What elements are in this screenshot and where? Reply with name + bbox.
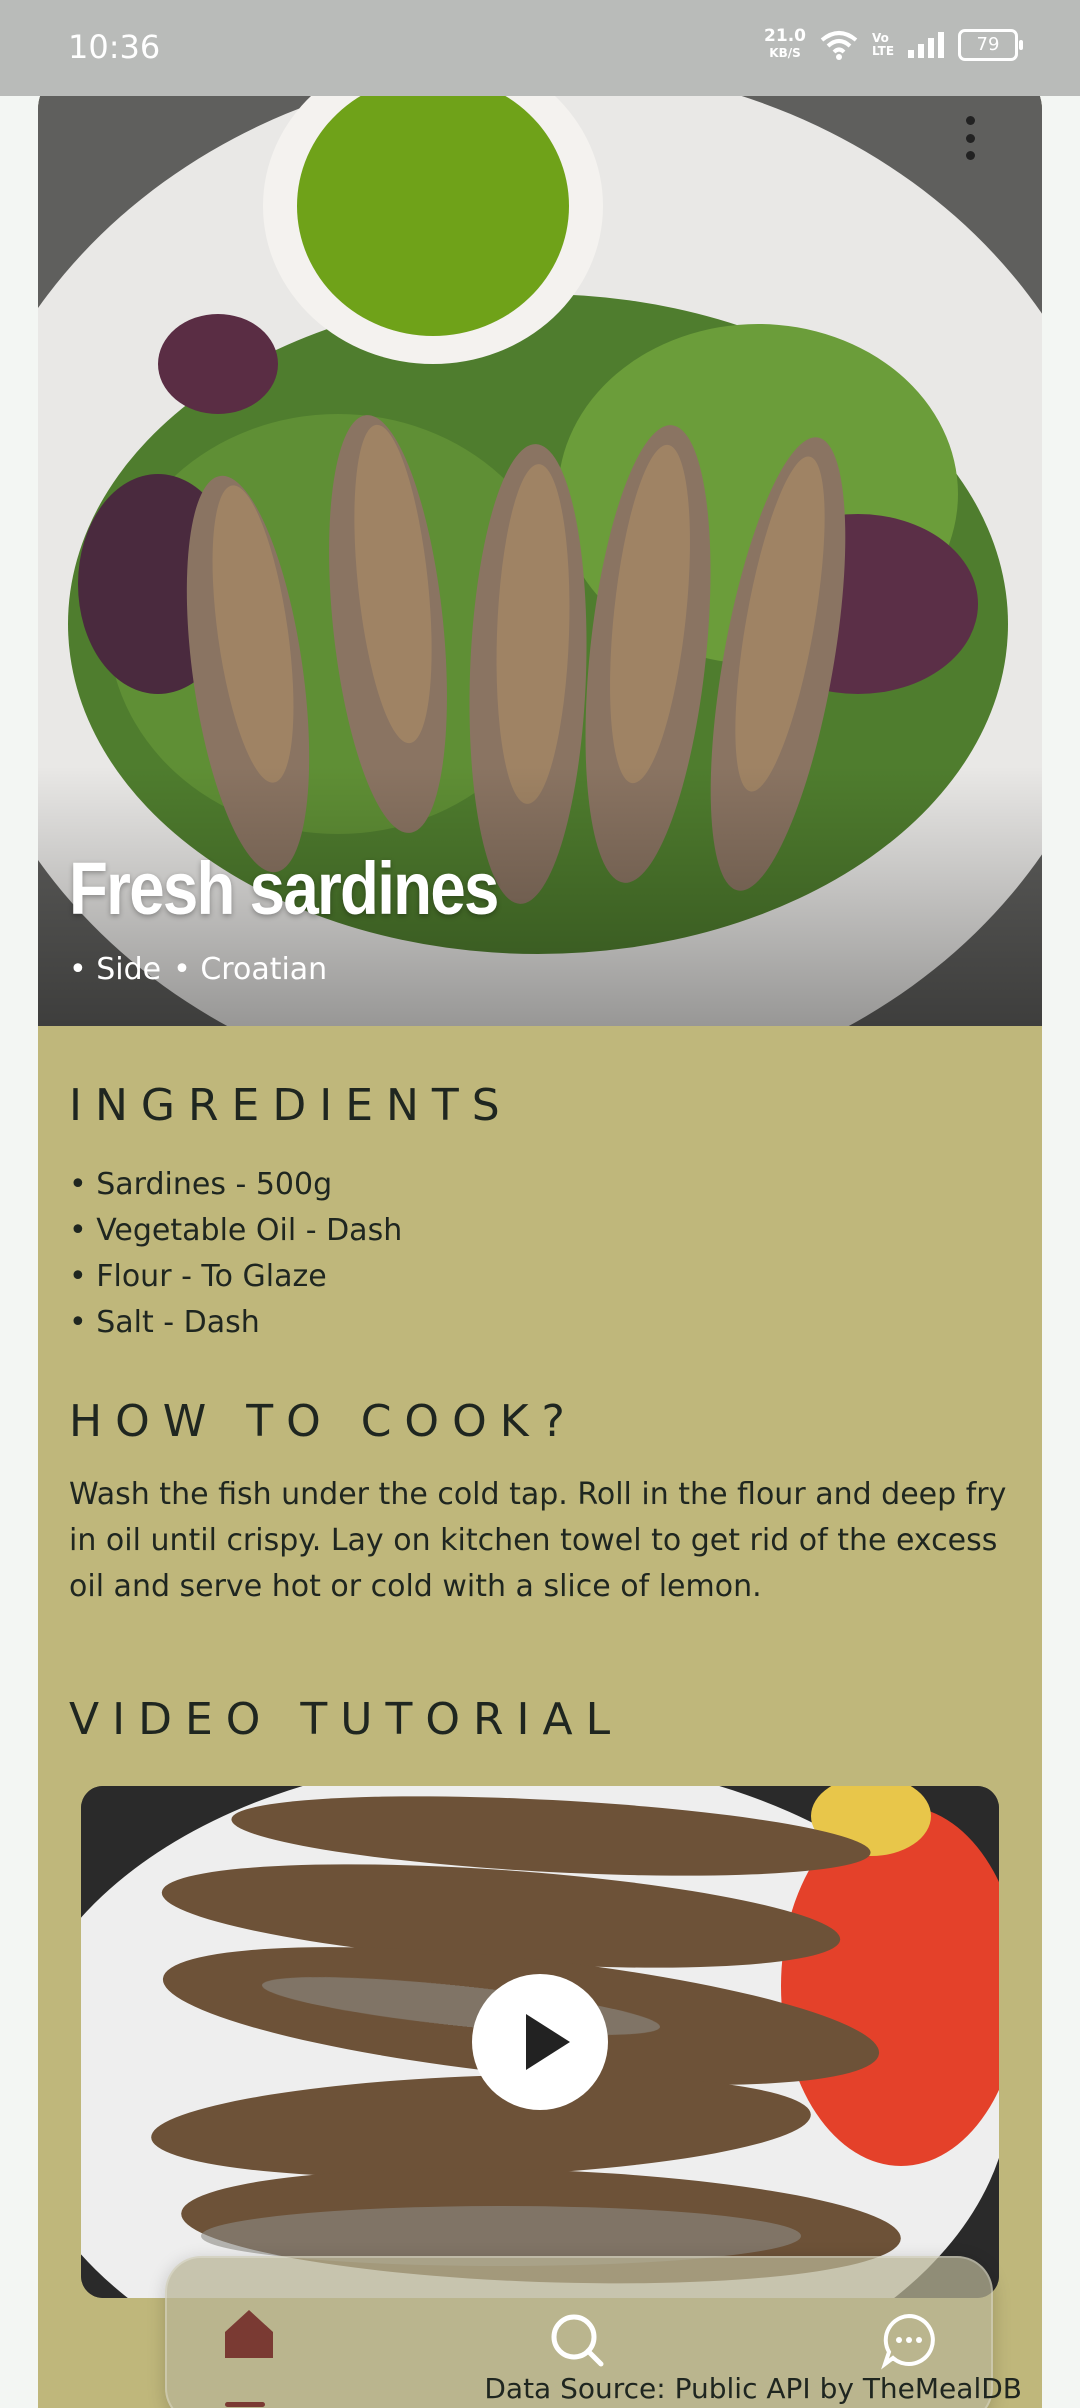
wifi-icon (820, 31, 858, 60)
video-tutorial-heading: VIDEO TUTORIAL (69, 1694, 624, 1745)
network-speed: 21.0 KB/S (764, 28, 806, 62)
ingredient-item: Sardines - 500g (69, 1162, 402, 1208)
ingredients-list: Sardines - 500g Vegetable Oil - Dash Flo… (69, 1162, 402, 1346)
meal-area: • Croatian (173, 952, 328, 987)
more-options-icon[interactable] (958, 116, 982, 160)
home-active-indicator (225, 2402, 265, 2407)
status-icons: 21.0 KB/S Vo LTE 79 (764, 28, 1023, 62)
home-icon[interactable] (219, 2304, 279, 2364)
status-time: 10:36 (68, 28, 161, 66)
status-bar: 10:36 21.0 KB/S Vo LTE 79 (0, 0, 1080, 96)
signal-icon (908, 32, 944, 58)
network-speed-value: 21.0 (764, 26, 806, 46)
battery-indicator: 79 (958, 29, 1023, 61)
play-button[interactable] (472, 1974, 608, 2110)
meal-title: Fresh sardines (69, 847, 499, 930)
data-source-credit: Data Source: Public API by TheMealDB (484, 2372, 1022, 2405)
ingredient-item: Salt - Dash (69, 1300, 402, 1346)
chat-bubble-icon[interactable] (879, 2310, 939, 2370)
meal-detail-card: Fresh sardines • Side • Croatian INGREDI… (38, 64, 1042, 2408)
ingredients-heading: INGREDIENTS (69, 1080, 513, 1131)
ingredient-item: Flour - To Glaze (69, 1254, 402, 1300)
how-to-cook-heading: HOW TO COOK? (69, 1396, 578, 1447)
cooking-instructions: Wash the fish under the cold tap. Roll i… (69, 1477, 1007, 1604)
search-icon[interactable] (547, 2310, 607, 2370)
meal-hero-image: Fresh sardines • Side • Croatian (38, 64, 1042, 1026)
meal-tags: • Side • Croatian (69, 952, 327, 987)
volte-indicator: Vo LTE (872, 31, 895, 58)
ingredient-item: Vegetable Oil - Dash (69, 1208, 402, 1254)
network-speed-unit: KB/S (769, 46, 801, 60)
meal-category: • Side (69, 952, 162, 987)
